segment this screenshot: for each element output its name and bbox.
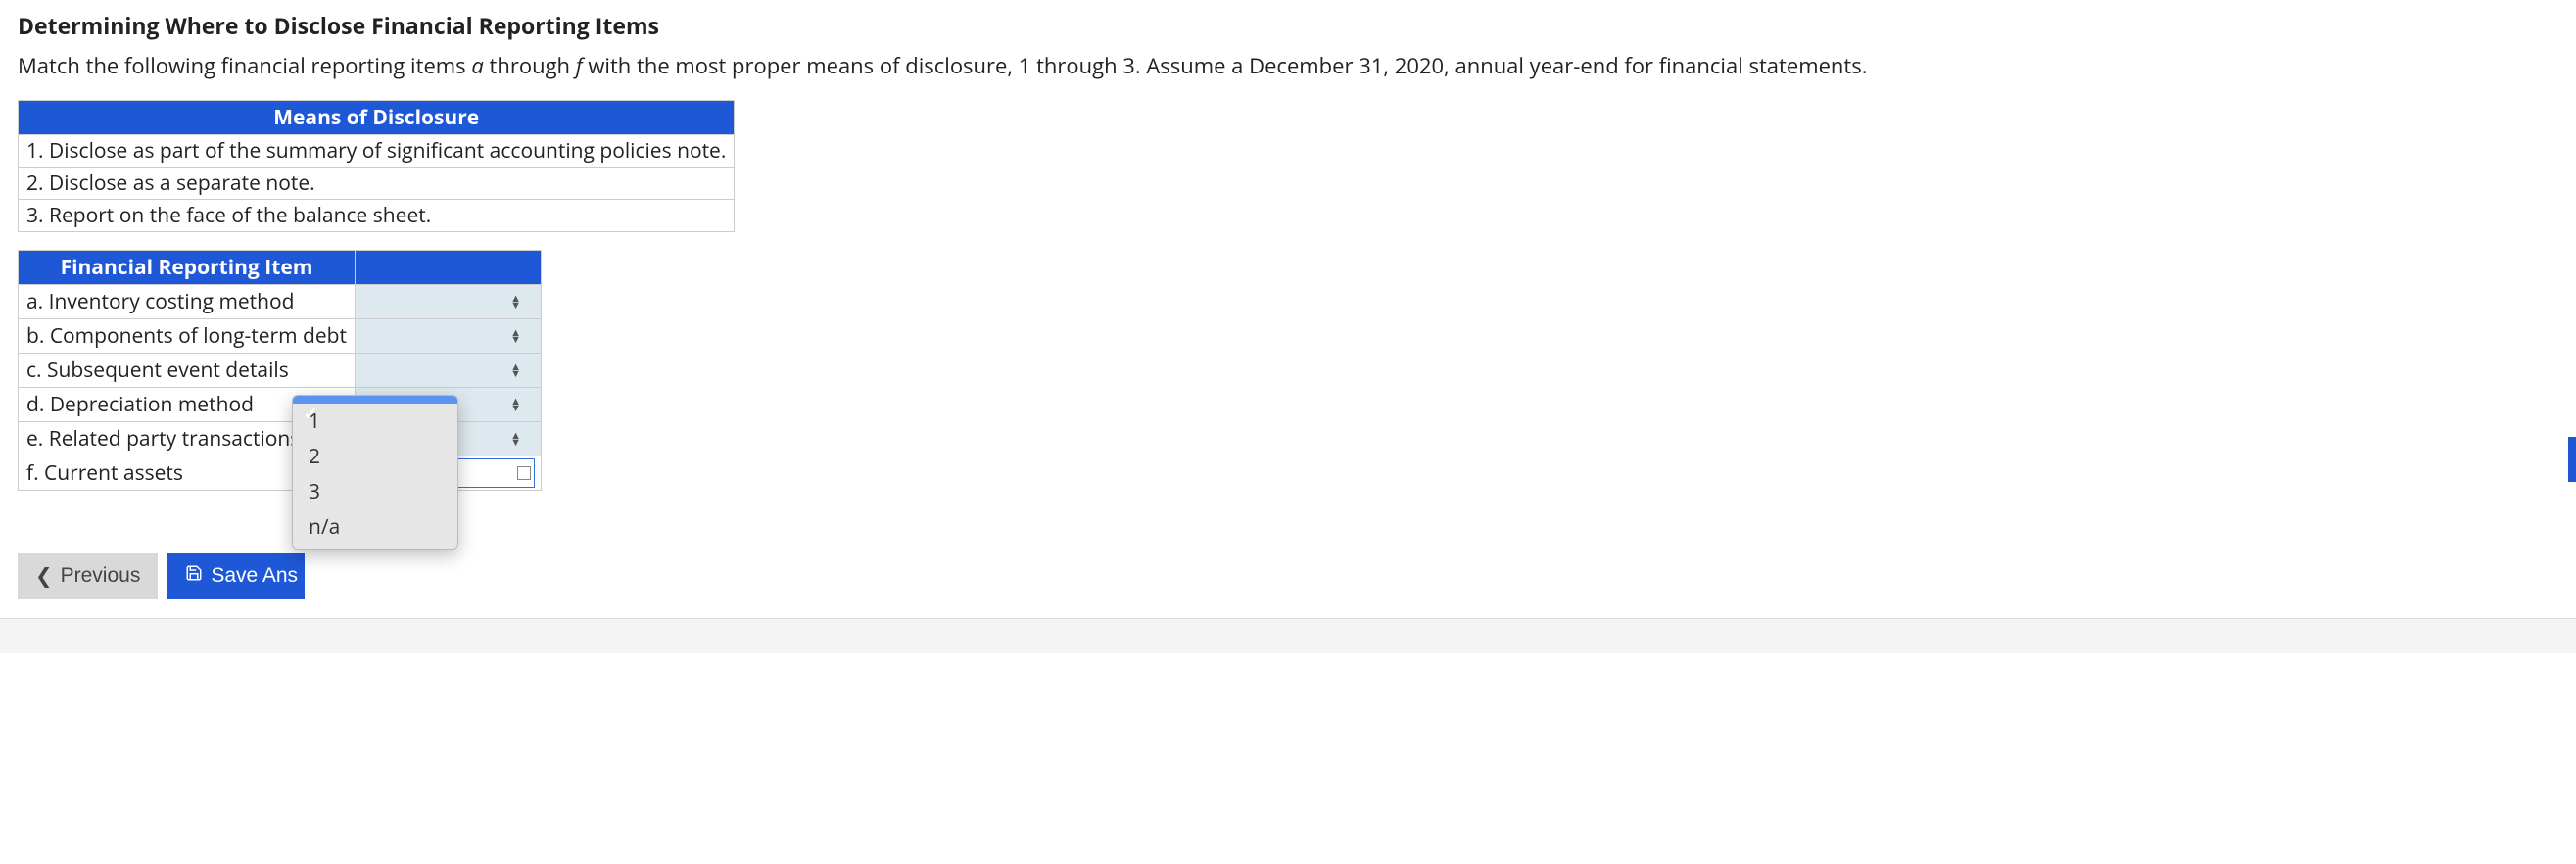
means-row-3: 3. Report on the face of the balance she… <box>19 200 735 232</box>
dropdown-option-2[interactable]: 2 <box>293 439 457 474</box>
item-b-label: b. Components of long-term debt <box>19 319 356 354</box>
save-button-label: Save Ans <box>211 564 298 588</box>
means-header: Means of Disclosure <box>19 101 735 135</box>
footer-bar: ❮ Previous Save Ans <box>18 553 2558 599</box>
item-b-select[interactable]: ▲▼ <box>355 319 541 354</box>
item-a-select[interactable]: ▲▼ <box>355 285 541 319</box>
table-row: c. Subsequent event details ▲▼ <box>19 354 542 388</box>
chevron-left-icon: ❮ <box>35 564 53 589</box>
item-c-label: c. Subsequent event details <box>19 354 356 388</box>
footer-divider <box>0 618 2576 653</box>
previous-button-label: Previous <box>61 564 141 588</box>
table-row: a. Inventory costing method ▲▼ <box>19 285 542 319</box>
next-button-edge[interactable] <box>2568 437 2576 482</box>
dropdown-option-na[interactable]: n/a <box>293 509 457 545</box>
instructions-text: Match the following financial reporting … <box>18 51 2558 80</box>
means-row-2: 2. Disclose as a separate note. <box>19 168 735 200</box>
save-answers-button[interactable]: Save Ans <box>167 553 305 599</box>
dropdown-option-3[interactable]: 3 <box>293 474 457 509</box>
previous-button[interactable]: ❮ Previous <box>18 553 158 599</box>
select-caret-icon: ▲▼ <box>510 432 521 446</box>
items-header-blank <box>355 251 541 285</box>
financial-reporting-item-table: Financial Reporting Item a. Inventory co… <box>18 250 542 491</box>
means-row-1: 1. Disclose as part of the summary of si… <box>19 135 735 168</box>
select-caret-icon: ▲▼ <box>510 295 521 309</box>
select-caret-icon: ▲▼ <box>510 329 521 343</box>
instr-range-f: f <box>576 51 583 80</box>
table-row: b. Components of long-term debt ▲▼ <box>19 319 542 354</box>
instr-mid: through <box>484 51 576 80</box>
table-row: d. Depreciation method ▲▼ <box>19 388 542 422</box>
means-of-disclosure-table: Means of Disclosure 1. Disclose as part … <box>18 100 735 232</box>
select-open-caret-icon <box>517 466 531 480</box>
instr-range-a: a <box>471 51 483 80</box>
dropdown-option-blank[interactable]: ✓ <box>293 396 457 404</box>
item-a-label: a. Inventory costing method <box>19 285 356 319</box>
instr-pre: Match the following financial reporting … <box>18 51 471 80</box>
select-caret-icon: ▲▼ <box>510 363 521 377</box>
table-row: e. Related party transactions ▲▼ <box>19 422 542 456</box>
select-dropdown-menu[interactable]: ✓ 1 2 3 n/a <box>292 395 458 550</box>
save-icon <box>185 564 203 588</box>
table-row: f. Current assets <box>19 456 542 491</box>
item-c-select[interactable]: ▲▼ <box>355 354 541 388</box>
page-title: Determining Where to Disclose Financial … <box>18 10 2558 41</box>
check-icon: ✓ <box>303 400 320 427</box>
items-header: Financial Reporting Item <box>19 251 356 285</box>
instr-post: with the most proper means of disclosure… <box>583 51 1868 80</box>
select-caret-icon: ▲▼ <box>510 398 521 411</box>
